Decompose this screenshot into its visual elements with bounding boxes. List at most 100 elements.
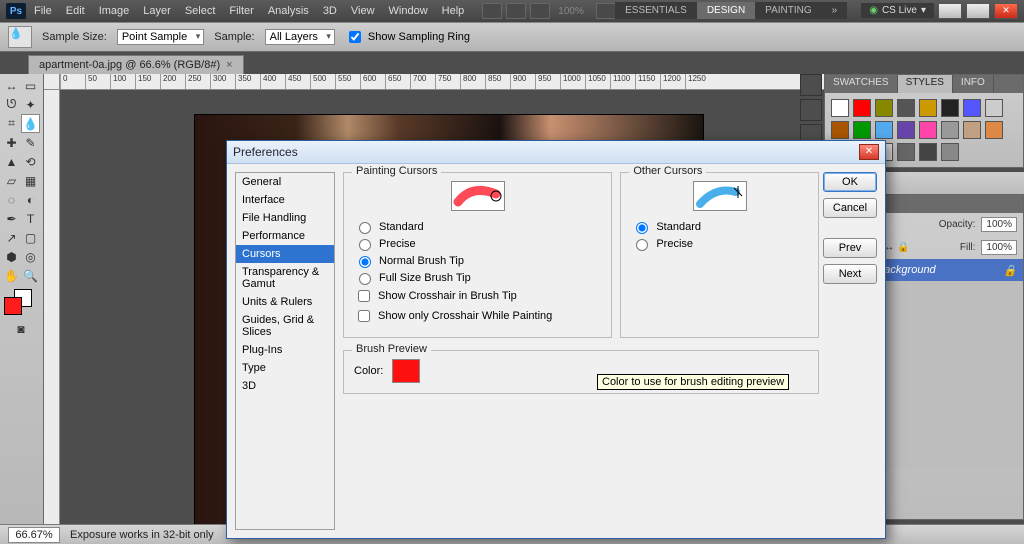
window-minimize[interactable]: — <box>938 3 962 19</box>
tool-eraser[interactable]: ▱ <box>2 171 21 190</box>
radio-other-precise[interactable] <box>636 239 648 251</box>
ok-button[interactable]: OK <box>823 172 877 192</box>
style-swatch[interactable] <box>963 121 981 139</box>
brush-preview-color[interactable] <box>392 359 420 383</box>
style-swatch[interactable] <box>897 143 915 161</box>
tool-zoom[interactable]: 🔍 <box>21 266 40 285</box>
tool-hand[interactable]: ✋ <box>2 266 21 285</box>
dialog-close-button[interactable]: ✕ <box>859 144 879 160</box>
style-swatch[interactable] <box>897 121 915 139</box>
dock-icon[interactable] <box>800 74 822 96</box>
workspace-essentials[interactable]: ESSENTIALS <box>615 2 697 19</box>
tool-quickmask[interactable]: ◙ <box>2 319 40 338</box>
tool-heal[interactable]: ✚ <box>2 133 21 152</box>
tool-3d[interactable]: ⬢ <box>2 247 21 266</box>
radio-other-standard[interactable] <box>636 222 648 234</box>
tool-blur[interactable]: ◌ <box>2 190 21 209</box>
pref-category-cursors[interactable]: Cursors <box>236 245 334 263</box>
style-swatch[interactable] <box>831 99 849 117</box>
menu-select[interactable]: Select <box>185 5 216 17</box>
tool-shape[interactable]: ▢ <box>21 228 40 247</box>
fg-color[interactable] <box>4 297 22 315</box>
menu-edit[interactable]: Edit <box>66 5 85 17</box>
pref-category-guides-grid-slices[interactable]: Guides, Grid & Slices <box>236 311 334 341</box>
cb-only-crosshair[interactable] <box>358 310 370 322</box>
tool-pen[interactable]: ✒ <box>2 209 21 228</box>
menu-help[interactable]: Help <box>442 5 465 17</box>
menu-image[interactable]: Image <box>99 5 130 17</box>
opacity-field[interactable]: 100% <box>981 217 1017 232</box>
radio-precise[interactable] <box>359 239 371 251</box>
menu-window[interactable]: Window <box>389 5 428 17</box>
menu-analysis[interactable]: Analysis <box>268 5 309 17</box>
menu-file[interactable]: File <box>34 5 52 17</box>
tool-marquee[interactable]: ▭ <box>21 76 40 95</box>
document-tab[interactable]: apartment-0a.jpg @ 66.6% (RGB/8#)× <box>28 55 244 74</box>
style-swatch[interactable] <box>941 143 959 161</box>
style-swatch[interactable] <box>941 99 959 117</box>
tool-3dcam[interactable]: ◎ <box>21 247 40 266</box>
minibridge-icon[interactable] <box>506 3 526 19</box>
menu-filter[interactable]: Filter <box>229 5 253 17</box>
pref-category-file-handling[interactable]: File Handling <box>236 209 334 227</box>
style-swatch[interactable] <box>963 99 981 117</box>
tool-stamp[interactable]: ▲ <box>2 152 21 171</box>
pref-category-interface[interactable]: Interface <box>236 191 334 209</box>
fill-field[interactable]: 100% <box>981 240 1017 255</box>
dialog-titlebar[interactable]: Preferences ✕ <box>227 141 885 164</box>
radio-normal-brush-tip[interactable] <box>359 256 371 268</box>
style-swatch[interactable] <box>919 99 937 117</box>
cb-show-crosshair[interactable] <box>358 290 370 302</box>
dock-icon[interactable] <box>800 99 822 121</box>
cancel-button[interactable]: Cancel <box>823 198 877 218</box>
menu-layer[interactable]: Layer <box>143 5 171 17</box>
viewextras-icon[interactable] <box>530 3 550 19</box>
cs-live-button[interactable]: ◉CS Live▾ <box>861 3 934 18</box>
pref-category-units-rulers[interactable]: Units & Rulers <box>236 293 334 311</box>
tool-lasso[interactable]: ᘎ <box>2 95 21 114</box>
fg-bg-colors[interactable] <box>2 289 40 319</box>
style-swatch[interactable] <box>831 121 849 139</box>
workspace-more[interactable]: » <box>822 2 848 19</box>
sample-select[interactable]: All Layers <box>265 29 335 45</box>
tab-info[interactable]: INFO <box>953 75 994 93</box>
arrange-icon[interactable] <box>596 3 616 19</box>
style-swatch[interactable] <box>853 121 871 139</box>
ruler-horizontal[interactable]: 0501001502002503003504004505005506006507… <box>60 74 824 90</box>
tool-dodge[interactable]: ◐ <box>21 190 40 209</box>
workspace-painting[interactable]: PAINTING <box>755 2 821 19</box>
style-swatch[interactable] <box>875 121 893 139</box>
next-button[interactable]: Next <box>823 264 877 284</box>
tool-wand[interactable]: ✦ <box>21 95 40 114</box>
ruler-vertical[interactable] <box>44 90 60 524</box>
pref-category-transparency-gamut[interactable]: Transparency & Gamut <box>236 263 334 293</box>
style-swatch[interactable] <box>985 99 1003 117</box>
ruler-origin[interactable] <box>44 74 60 90</box>
tool-eyedropper[interactable]: 💧 <box>21 114 40 133</box>
tab-styles[interactable]: STYLES <box>898 75 953 93</box>
tab-swatches[interactable]: SWATCHES <box>825 75 898 93</box>
tool-crop[interactable]: ⌗ <box>2 114 21 133</box>
style-swatch[interactable] <box>941 121 959 139</box>
window-close[interactable]: ✕ <box>994 3 1018 19</box>
tool-move[interactable]: ↔ <box>2 76 21 95</box>
tool-type[interactable]: T <box>21 209 40 228</box>
radio-standard[interactable] <box>359 222 371 234</box>
style-swatch[interactable] <box>985 121 1003 139</box>
pref-category-general[interactable]: General <box>236 173 334 191</box>
zoom-field[interactable]: 66.67% <box>8 527 60 543</box>
tool-eyedropper-icon[interactable]: 💧 <box>8 26 32 48</box>
tool-history[interactable]: ⟲ <box>21 152 40 171</box>
style-swatch[interactable] <box>875 99 893 117</box>
tool-path[interactable]: ↗ <box>2 228 21 247</box>
sample-size-select[interactable]: Point Sample <box>117 29 204 45</box>
bridge-icon[interactable] <box>482 3 502 19</box>
prev-button[interactable]: Prev <box>823 238 877 258</box>
tool-brush[interactable]: ✎ <box>21 133 40 152</box>
style-swatch[interactable] <box>919 121 937 139</box>
close-icon[interactable]: × <box>226 59 232 71</box>
menu-3d[interactable]: 3D <box>323 5 337 17</box>
pref-category-type[interactable]: Type <box>236 359 334 377</box>
pref-category-performance[interactable]: Performance <box>236 227 334 245</box>
zoom-percent[interactable]: 100% <box>558 6 584 17</box>
